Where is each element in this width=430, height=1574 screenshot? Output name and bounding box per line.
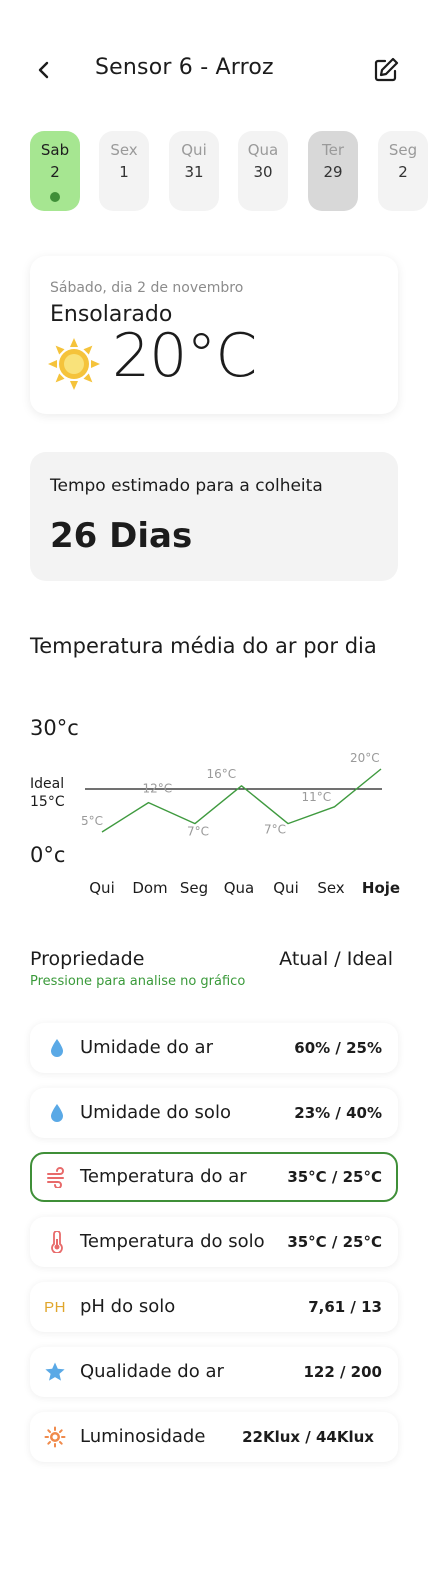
water-drop-icon — [46, 1036, 68, 1060]
property-row-soil-ph[interactable]: PH pH do solo 7,61 / 13 — [30, 1282, 398, 1332]
header: Sensor 6 - Arroz — [0, 0, 430, 140]
property-value: 7,61 / 13 — [308, 1298, 382, 1316]
day-chip-sex[interactable]: Sex 1 — [99, 131, 149, 211]
property-value: 35°C / 25°C — [287, 1168, 382, 1186]
harvest-card: Tempo estimado para a colheita 26 Dias — [30, 452, 398, 581]
ph-icon: PH — [44, 1295, 66, 1319]
day-number: 29 — [323, 163, 343, 181]
y-axis-max-label: 30°c — [30, 716, 79, 740]
edit-button[interactable] — [370, 54, 402, 86]
water-drop-icon — [46, 1101, 68, 1125]
property-row-soil-humidity[interactable]: Umidade do solo 23% / 40% — [30, 1088, 398, 1138]
chevron-left-icon — [38, 61, 49, 79]
data-label: 7°C — [264, 823, 286, 837]
ideal-value-label: 15°C — [30, 794, 65, 810]
x-tick-label: Qui — [89, 879, 114, 897]
chart-svg: 30°c 0°c Ideal 15°C 5°C 12°C 7°C 16°C 7°C 11°C 20°… — [30, 716, 400, 897]
data-label: 7°C — [187, 825, 209, 839]
property-name: pH do solo — [80, 1296, 176, 1317]
data-label: 5°C — [81, 814, 103, 828]
day-name: Sex — [110, 141, 138, 159]
weather-temperature: 20°C — [112, 321, 257, 391]
property-row-soil-temperature[interactable]: Temperatura do solo 35°C / 25°C — [30, 1217, 398, 1267]
weather-card: Sábado, dia 2 de novembro Ensolarado 20°… — [30, 256, 398, 414]
property-name: Umidade do solo — [80, 1102, 231, 1123]
day-name: Qui — [181, 141, 207, 159]
property-value: 23% / 40% — [294, 1104, 382, 1122]
x-tick-label: Qui — [273, 879, 298, 897]
day-name: Qua — [247, 141, 279, 159]
ideal-label: Ideal — [30, 776, 64, 792]
y-axis-min-label: 0°c — [30, 843, 65, 867]
properties-subtitle: Pressione para analise no gráfico — [30, 974, 246, 989]
weather-date: Sábado, dia 2 de novembro — [50, 280, 244, 296]
x-tick-label: Sex — [317, 879, 344, 897]
temperature-series-line — [101, 768, 382, 833]
property-value: 122 / 200 — [303, 1363, 382, 1381]
harvest-value: 26 Dias — [50, 516, 193, 556]
day-chip-sab[interactable]: Sab 2 — [30, 131, 80, 211]
property-name: Temperatura do ar — [80, 1166, 247, 1187]
day-number: 31 — [184, 163, 204, 181]
x-tick-label: Dom — [132, 879, 167, 897]
day-number: 30 — [253, 163, 273, 181]
day-number: 1 — [119, 163, 129, 181]
property-name: Qualidade do ar — [80, 1361, 224, 1382]
harvest-label: Tempo estimado para a colheita — [50, 476, 323, 496]
wind-icon — [46, 1165, 68, 1189]
day-chip-qua[interactable]: Qua 30 — [238, 131, 288, 211]
data-label: 11°C — [302, 790, 332, 804]
ph-icon-text: PH — [44, 1298, 66, 1316]
x-tick-label: Hoje — [362, 879, 400, 897]
data-label: 12°C — [143, 782, 173, 796]
property-row-luminosity[interactable]: Luminosidade 22Klux / 44Klux — [30, 1412, 398, 1462]
x-tick-label: Qua — [224, 879, 255, 897]
chart-title: Temperatura média do ar por dia — [30, 634, 377, 658]
data-label: 16°C — [207, 767, 237, 781]
property-name: Luminosidade — [80, 1426, 206, 1447]
property-row-air-quality[interactable]: Qualidade do ar 122 / 200 — [30, 1347, 398, 1397]
property-value: 35°C / 25°C — [287, 1233, 382, 1251]
property-name: Umidade do ar — [80, 1037, 213, 1058]
brightness-icon — [44, 1425, 66, 1449]
day-chip-ter[interactable]: Ter 29 — [308, 131, 358, 211]
property-value: 22Klux / 44Klux — [242, 1428, 374, 1446]
properties-columns-label: Atual / Ideal — [279, 948, 393, 970]
day-number: 2 — [50, 163, 60, 181]
temperature-chart[interactable]: 30°c 0°c Ideal 15°C 5°C 12°C 7°C 16°C 7°C 11°C 20°… — [0, 700, 430, 910]
edit-icon — [374, 57, 399, 82]
day-name: Ter — [321, 141, 344, 159]
star-icon — [44, 1360, 66, 1384]
back-button[interactable] — [28, 54, 60, 86]
data-label: 20°C — [350, 751, 380, 765]
thermometer-icon — [46, 1230, 68, 1254]
selected-dot — [50, 192, 60, 202]
day-selector: Sab 2 Sex 1 Qui 31 Qua 30 Ter 29 Seg 2 — [30, 131, 430, 211]
property-name: Temperatura do solo — [80, 1231, 265, 1252]
day-chip-seg[interactable]: Seg 2 — [378, 131, 428, 211]
day-chip-qui[interactable]: Qui 31 — [169, 131, 219, 211]
property-value: 60% / 25% — [294, 1039, 382, 1057]
property-row-air-humidity[interactable]: Umidade do ar 60% / 25% — [30, 1023, 398, 1073]
x-tick-label: Seg — [180, 879, 208, 897]
day-number: 2 — [398, 163, 408, 181]
properties-title: Propriedade — [30, 948, 145, 970]
sun-icon — [48, 338, 100, 390]
property-row-air-temperature[interactable]: Temperatura do ar 35°C / 25°C — [30, 1152, 398, 1202]
day-name: Seg — [388, 141, 418, 159]
day-name: Sab — [40, 141, 70, 159]
page-title: Sensor 6 - Arroz — [95, 55, 274, 80]
